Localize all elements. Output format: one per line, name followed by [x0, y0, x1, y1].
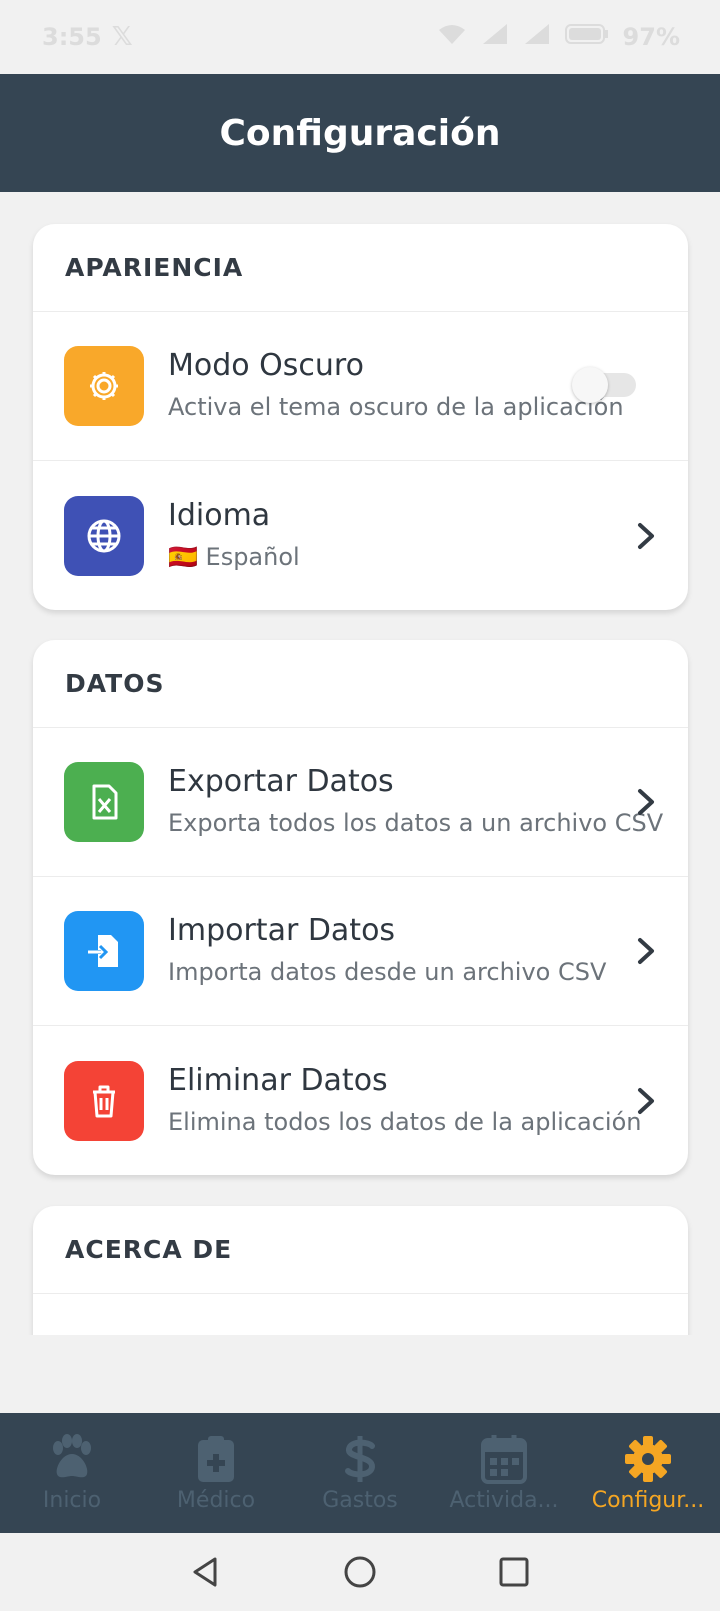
- appearance-section-title: APARIENCIA: [33, 224, 688, 312]
- signal-icon-2: [523, 22, 551, 52]
- dark-mode-row[interactable]: Modo Oscuro Activa el tema oscuro de la …: [33, 312, 688, 461]
- nav-item-gastos[interactable]: Gastos: [288, 1434, 432, 1513]
- wifi-icon: [437, 22, 467, 52]
- status-bar: 3:55 𝕏 97%: [0, 0, 720, 74]
- data-section-title: DATOS: [33, 640, 688, 728]
- export-data-row[interactable]: Exportar Datos Exporta todos los datos a…: [33, 728, 688, 877]
- dark-mode-toggle[interactable]: [572, 367, 636, 403]
- nav-label-inicio: Inicio: [42, 1487, 102, 1513]
- medical-clipboard-icon: [198, 1435, 234, 1482]
- nav-label-actividades: Activida...: [449, 1487, 559, 1513]
- import-title: Importar Datos: [168, 913, 396, 948]
- chevron-right-icon: [638, 789, 654, 815]
- language-value: Español: [205, 542, 300, 571]
- language-value-wrap: 🇪🇸 Español: [168, 539, 300, 575]
- nav-item-configuracion[interactable]: Configur...: [576, 1434, 720, 1513]
- battery-icon: [564, 23, 609, 51]
- system-nav-bar: [0, 1533, 720, 1611]
- spain-flag-icon: 🇪🇸: [168, 542, 198, 571]
- about-row[interactable]: [33, 1294, 688, 1335]
- gear-icon: [625, 1435, 671, 1482]
- gear-icon: [64, 346, 144, 426]
- status-time: 3:55: [42, 23, 102, 51]
- page-title: Configuración: [219, 112, 501, 154]
- import-subtitle: Importa datos desde un archivo CSV: [168, 958, 607, 986]
- globe-icon: [64, 495, 144, 576]
- nav-label-configuracion: Configur...: [591, 1487, 705, 1513]
- settings-content[interactable]: APARIENCIA Modo Oscuro Activa el tema os…: [0, 192, 720, 1335]
- back-icon[interactable]: [189, 1555, 223, 1589]
- chevron-right-icon: [638, 522, 654, 549]
- app-header: Configuración: [0, 74, 720, 192]
- delete-title: Eliminar Datos: [168, 1062, 388, 1098]
- nav-item-actividades[interactable]: Activida...: [432, 1434, 576, 1513]
- about-card: ACERCA DE: [33, 1206, 688, 1335]
- recents-icon[interactable]: [497, 1555, 531, 1589]
- dark-mode-subtitle: Activa el tema oscuro de la aplicación: [168, 393, 624, 421]
- about-section-title: ACERCA DE: [33, 1206, 688, 1294]
- dollar-icon: [345, 1435, 375, 1482]
- export-title: Exportar Datos: [168, 764, 394, 799]
- language-title: Idioma: [168, 497, 271, 533]
- chevron-right-icon: [638, 938, 654, 964]
- home-icon[interactable]: [343, 1555, 377, 1589]
- delete-data-row[interactable]: Eliminar Datos Elimina todos los datos d…: [33, 1026, 688, 1175]
- nav-label-gastos: Gastos: [322, 1487, 398, 1513]
- signal-icon: [481, 22, 509, 52]
- nav-item-medico[interactable]: Médico: [144, 1434, 288, 1513]
- calendar-icon: [481, 1434, 527, 1484]
- trash-icon: [64, 1060, 144, 1141]
- chevron-right-icon: [638, 1087, 654, 1114]
- export-subtitle: Exporta todos los datos a un archivo CSV: [168, 809, 664, 837]
- file-excel-icon: [64, 762, 144, 842]
- appearance-card: APARIENCIA Modo Oscuro Activa el tema os…: [33, 224, 688, 610]
- toggle-thumb: [572, 367, 608, 403]
- language-row[interactable]: Idioma 🇪🇸 Español: [33, 461, 688, 610]
- battery-percent: 97%: [622, 23, 680, 51]
- dark-mode-title: Modo Oscuro: [168, 348, 364, 383]
- file-import-icon: [64, 911, 144, 991]
- bottom-nav: Inicio Médico Gastos Activida... Configu…: [0, 1413, 720, 1533]
- paw-icon: [53, 1433, 91, 1477]
- delete-subtitle: Elimina todos los datos de la aplicación: [168, 1107, 642, 1136]
- nav-item-inicio[interactable]: Inicio: [0, 1433, 144, 1513]
- x-app-icon: 𝕏: [111, 22, 133, 52]
- nav-label-medico: Médico: [176, 1487, 256, 1513]
- import-data-row[interactable]: Importar Datos Importa datos desde un ar…: [33, 877, 688, 1026]
- data-card: DATOS Exportar Datos Exporta todos los d…: [33, 640, 688, 1175]
